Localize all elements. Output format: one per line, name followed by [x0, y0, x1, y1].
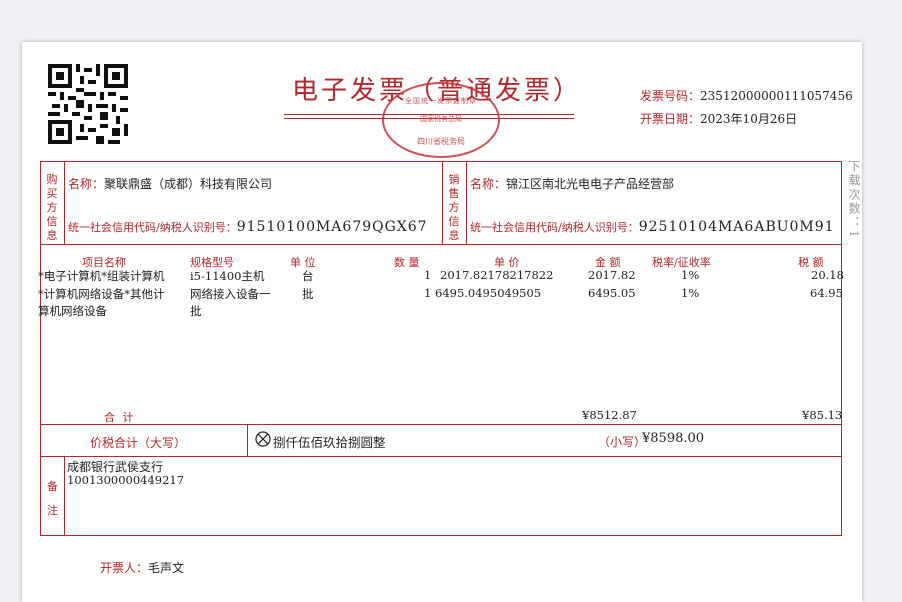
buyer-tax-label: 统一社会信用代码/纳税人识别号： — [68, 221, 237, 234]
remarks-bank-account: 1001300000449217 — [67, 473, 185, 487]
item-1-spec: i5-11400主机 — [190, 269, 265, 283]
header-qty: 数 量 — [394, 256, 420, 269]
invoice-number: 发票号码：23512000000111057456 — [640, 87, 853, 104]
invoice-date: 开票日期：2023年10月26日 — [640, 110, 797, 127]
remarks-label-b: 注 — [47, 504, 58, 517]
item-1-price: 2017.82178217822 — [440, 268, 554, 282]
seller-name-label: 名称： — [470, 177, 507, 191]
seller-tax-id: 92510104MA6ABU0M91 — [638, 219, 835, 235]
item-2-amount: 6495.05 — [588, 286, 636, 300]
stamp-mid-text: 国家税务总局 — [420, 115, 462, 123]
remarks-label-a: 备 — [47, 480, 58, 493]
invoice-paper: 电子发票（普通发票） 全国统一发票监制章 国家税务总局 四川省税务局 发票号码：… — [22, 42, 862, 602]
item-1-tax: 20.18 — [811, 268, 844, 282]
issuer-name: 毛声文 — [148, 561, 185, 575]
buyer-tax-row: 统一社会信用代码/纳税人识别号：91510100MA679QGX67 — [68, 216, 428, 235]
buyer-section-label: 购买方信息 — [46, 173, 58, 242]
stamp-top-text: 全国统一发票监制章 — [405, 97, 477, 105]
item-2-qty: 1 — [424, 286, 432, 300]
total-label: 合 计 — [104, 411, 136, 424]
buyer-name-label: 名称： — [68, 177, 105, 191]
item-2-unit: 批 — [302, 287, 314, 301]
grand-total-divider — [40, 456, 842, 457]
qr-code-icon — [48, 64, 128, 144]
total-tax: ¥85.13 — [802, 408, 843, 422]
grand-total-number: ¥8598.00 — [642, 431, 705, 446]
buyer-label-divider — [64, 161, 65, 244]
item-2-spec-line1: 网络接入设备一 — [190, 287, 271, 301]
item-2-rate: 1% — [681, 286, 700, 300]
crossed-circle-icon — [255, 431, 271, 447]
grand-label-divider — [247, 424, 248, 456]
seller-tax-row: 统一社会信用代码/纳税人识别号：92510104MA6ABU0M91 — [470, 216, 835, 235]
total-divider — [40, 424, 842, 425]
tax-seal-stamp: 全国统一发票监制章 国家税务总局 四川省税务局 — [382, 82, 500, 158]
remarks-label-divider — [64, 456, 65, 536]
item-2-price: 6495.0495049505 — [435, 286, 542, 300]
invoice-number-label: 发票号码： — [640, 89, 701, 103]
seller-label-divider — [466, 161, 467, 244]
item-2-name-line2: 算机网络设备 — [38, 304, 107, 318]
seller-section-label: 销售方信息 — [448, 173, 460, 242]
seller-name-row: 名称：锦江区南北光电电子产品经营部 — [470, 175, 674, 192]
party-middle-divider — [442, 161, 443, 244]
item-1-qty: 1 — [424, 268, 432, 282]
item-2-spec-line2: 批 — [190, 304, 202, 318]
item-1-name: *电子计算机*组装计算机 — [38, 269, 165, 283]
issuer-label: 开票人： — [100, 561, 149, 575]
party-divider — [40, 244, 842, 245]
item-2-tax: 64.95 — [810, 286, 843, 300]
seller-name: 锦江区南北光电电子产品经营部 — [506, 177, 675, 191]
grand-total-label: 价税合计（大写） — [90, 436, 187, 450]
buyer-tax-id: 91510100MA679QGX67 — [236, 219, 428, 235]
invoice-date-label: 开票日期： — [640, 112, 701, 126]
download-count-watermark: 下载次数：1 — [847, 160, 861, 240]
grand-total-small-label: （小写） — [598, 435, 647, 449]
grand-total-words: 捌仟伍佰玖拾捌圆整 — [273, 435, 386, 450]
issuer-row: 开票人：毛声文 — [100, 559, 184, 576]
stamp-bottom-text: 四川省税务局 — [417, 137, 465, 146]
item-1-unit: 台 — [302, 269, 314, 283]
invoice-date-value: 2023年10月26日 — [700, 112, 798, 126]
invoice-number-value: 23512000000111057456 — [700, 89, 853, 103]
total-amount: ¥8512.87 — [582, 408, 637, 422]
buyer-name-row: 名称：聚联鼎盛（成都）科技有限公司 — [68, 175, 272, 192]
item-1-amount: 2017.82 — [588, 268, 636, 282]
seller-tax-label: 统一社会信用代码/纳税人识别号： — [470, 221, 639, 234]
item-1-rate: 1% — [681, 268, 700, 282]
buyer-name: 聚联鼎盛（成都）科技有限公司 — [104, 177, 273, 191]
item-2-name-line1: *计算机网络设备*其他计 — [38, 287, 165, 301]
